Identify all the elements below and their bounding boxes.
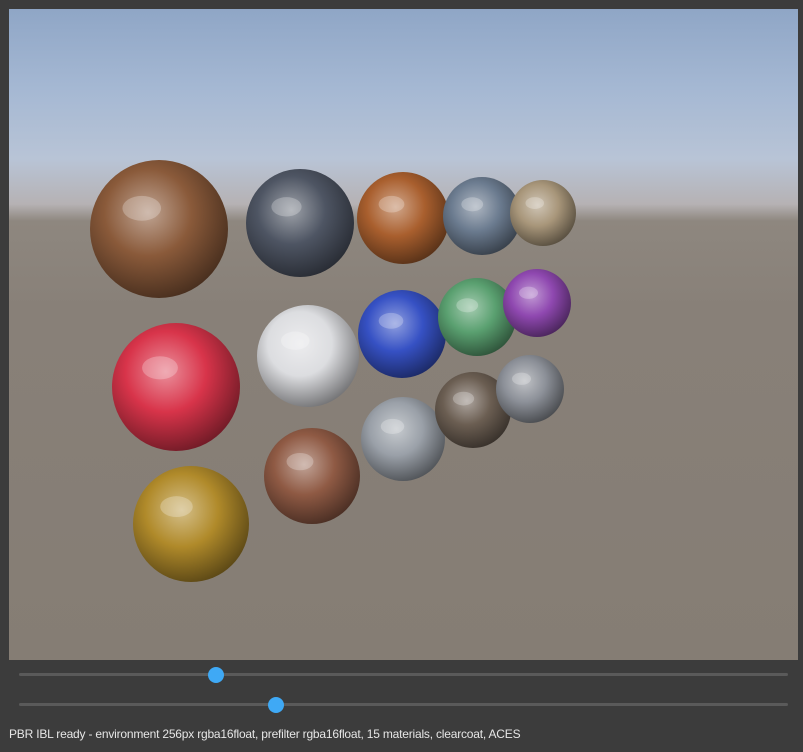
slider-1-track[interactable] [19,673,788,676]
sphere-highlight [122,195,162,221]
sphere-highlight [456,298,479,313]
sphere-steel-blue-gray [443,177,521,255]
sphere-body [246,169,354,277]
sphere-highlight [525,197,544,210]
sphere-red-glossy [112,323,240,451]
slider-2-track[interactable] [19,703,788,706]
sphere-highlight [511,372,532,385]
sphere-silver [496,355,564,423]
sphere-gold-metal [133,466,249,582]
sphere-body [443,177,521,255]
sphere-white [257,305,359,407]
scene-canvas[interactable] [9,9,798,660]
sphere-wood-tan [90,160,228,298]
sphere-highlight [280,331,310,350]
sphere-body [257,305,359,407]
sphere-body [503,269,571,337]
slider-2-thumb[interactable] [267,697,284,713]
sphere-highlight [378,312,404,329]
sphere-body [438,278,516,356]
sphere-copper-orange [357,172,449,264]
slider-1-thumb[interactable] [207,667,224,683]
sphere-highlight [286,452,314,471]
sphere-body [112,323,240,451]
sphere-body [133,466,249,582]
sphere-blue [358,290,446,378]
sphere-highlight [160,496,193,518]
sphere-body [358,290,446,378]
status-text: PBR IBL ready - environment 256px rgba16… [9,727,521,741]
sphere-body [361,397,445,481]
sphere-body [510,180,576,246]
sphere-body [357,172,449,264]
sphere-purple [503,269,571,337]
sphere-highlight [518,286,539,299]
slider-2[interactable] [19,697,788,713]
sphere-highlight [142,356,178,380]
sphere-highlight [380,418,405,434]
sphere-copper-metal [264,428,360,524]
sphere-body [90,160,228,298]
sphere-sand-beige [510,180,576,246]
sphere-highlight [271,197,302,217]
sphere-highlight [461,197,484,212]
sphere-slate-gray [246,169,354,277]
sphere-body [264,428,360,524]
sphere-highlight [378,195,405,213]
sphere-chrome [361,397,445,481]
sphere-green [438,278,516,356]
slider-1[interactable] [19,667,788,683]
render-viewport[interactable] [9,9,798,660]
sphere-body [496,355,564,423]
sphere-highlight [452,391,475,406]
